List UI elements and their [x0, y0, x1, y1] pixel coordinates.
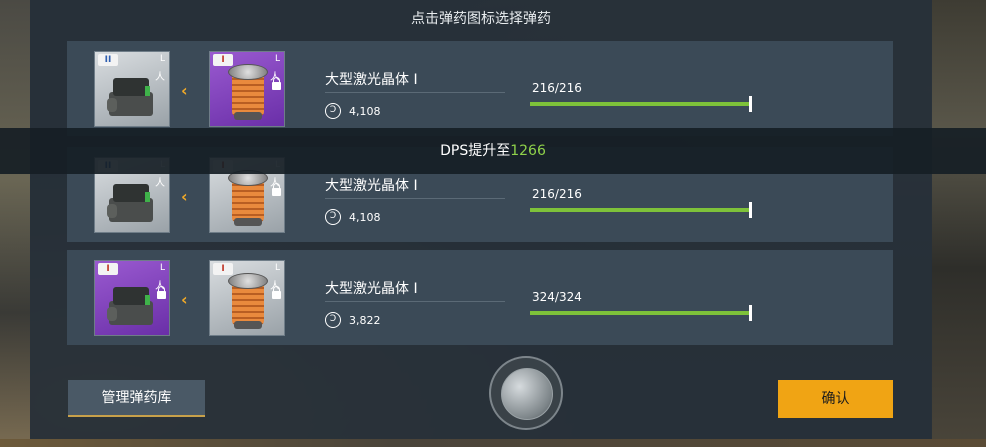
ammo-cost: 4,108	[349, 105, 381, 118]
background-left	[0, 0, 30, 447]
ammo-cost: 4,108	[349, 211, 381, 224]
ammo-name: 大型激光晶体 I	[325, 178, 418, 194]
size-label: L	[274, 263, 280, 273]
weapon-icon	[105, 281, 157, 329]
ammo-name: 大型激光晶体 I	[325, 281, 418, 297]
joystick-knob[interactable]	[501, 368, 553, 420]
tier-badge: II	[98, 54, 118, 66]
dps-value: 1266	[510, 143, 546, 159]
ammo-name: 大型激光晶体 I	[325, 72, 418, 88]
chevron-left-icon: ‹	[181, 187, 188, 206]
ammo-count: 216/216	[532, 187, 582, 201]
ammo-slot[interactable]: I L 人	[209, 51, 285, 127]
size-label: L	[159, 263, 165, 273]
lock-icon	[272, 183, 281, 196]
laser-crystal-icon	[228, 273, 268, 331]
weapon-row-3: I L 人 ‹ I L 人 大型激光晶体 I Ↄ 3,822	[67, 250, 893, 345]
weapon-row-1: II L 人 ‹ I L 人 大型激光晶体 I Ↄ 4,108 216	[67, 41, 893, 136]
credit-icon: Ↄ	[325, 312, 341, 328]
chevron-left-icon: ‹	[181, 290, 188, 309]
laser-crystal-icon	[228, 170, 268, 228]
credit-icon: Ↄ	[325, 209, 341, 225]
ammo-bar-end	[749, 96, 752, 112]
ammo-slot[interactable]: I L 人	[209, 260, 285, 336]
confirm-button[interactable]: 确认	[778, 380, 893, 418]
lock-icon	[272, 286, 281, 299]
ammo-bar	[530, 311, 750, 315]
size-label: L	[159, 54, 165, 64]
ammo-count: 324/324	[532, 290, 582, 304]
size-label: L	[274, 54, 280, 64]
weapon-icon	[105, 178, 157, 226]
ammo-bar-fill	[530, 311, 750, 315]
laser-crystal-icon	[228, 64, 268, 122]
lock-icon	[157, 286, 166, 299]
select-ammo-hint: 点击弹药图标选择弹药	[411, 11, 551, 27]
bottom-strip	[0, 439, 986, 447]
manage-ammo-button[interactable]: 管理弹药库	[68, 380, 205, 417]
game-screen: 点击弹药图标选择弹药 II L 人 ‹ I L 人 大型激光晶体 I	[0, 0, 986, 447]
ammo-bar	[530, 208, 750, 212]
divider	[325, 198, 505, 199]
lock-icon	[272, 77, 281, 90]
credit-icon: Ↄ	[325, 103, 341, 119]
tier-badge: I	[98, 263, 118, 275]
weapon-slot[interactable]: I L 人	[94, 260, 170, 336]
ammo-bar	[530, 102, 750, 106]
divider	[325, 92, 505, 93]
ammo-bar-fill	[530, 102, 750, 106]
dps-label: DPS提升至	[440, 143, 511, 159]
weapon-slot[interactable]: II L 人	[94, 51, 170, 127]
joystick[interactable]	[489, 356, 563, 430]
ammo-cost: 3,822	[349, 314, 381, 327]
ammo-bar-end	[749, 305, 752, 321]
divider	[325, 301, 505, 302]
ammo-bar-end	[749, 202, 752, 218]
background-right	[931, 0, 986, 447]
weapon-icon	[105, 72, 157, 120]
chevron-left-icon: ‹	[181, 81, 188, 100]
ammo-count: 216/216	[532, 81, 582, 95]
ammo-bar-fill	[530, 208, 750, 212]
dps-banner: DPS提升至1266	[0, 128, 986, 174]
